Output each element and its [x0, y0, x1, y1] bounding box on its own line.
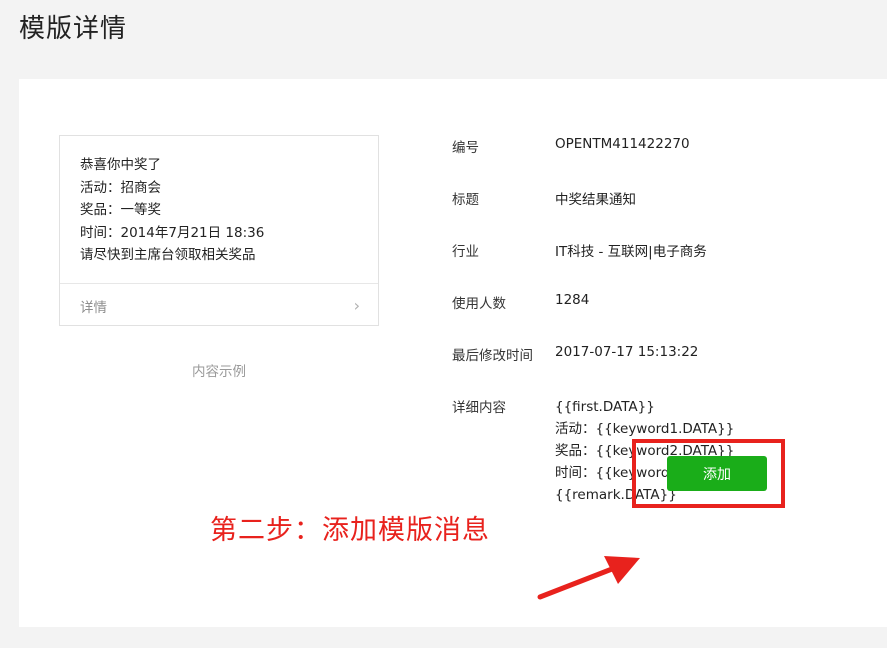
- annotation-text: 第二步：添加模版消息: [210, 515, 490, 546]
- red-arrow-icon: [537, 556, 640, 600]
